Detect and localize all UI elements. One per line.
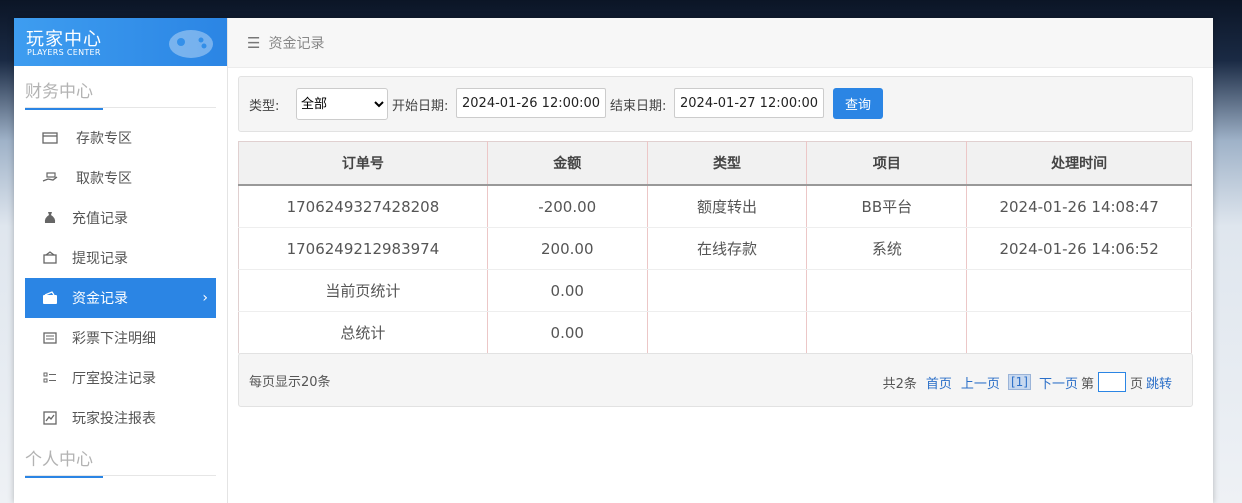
- cell-empty: [647, 269, 808, 312]
- cell-type: 额度转出: [647, 185, 808, 228]
- header-type: 类型: [647, 141, 808, 186]
- table-header-row: 订单号 金额 类型 项目 处理时间: [238, 141, 1192, 186]
- cell-amount: 0.00: [487, 269, 648, 312]
- sidebar-item-label: 彩票下注明细: [72, 331, 156, 347]
- cell-empty: [966, 269, 1192, 312]
- jump-link[interactable]: 跳转: [1146, 373, 1172, 392]
- gamepad-icon: [169, 30, 213, 58]
- sidebar: 玩家中心 PLAYERS CENTER 财务中心 存款专区 取款专区 充值记录 …: [14, 18, 228, 503]
- sidebar-item-withdraw[interactable]: 取款专区: [25, 158, 216, 198]
- page-prefix: 第: [1080, 376, 1094, 392]
- total-count: 共2条: [882, 376, 917, 392]
- table-row: 1706249327428208 -200.00 额度转出 BB平台 2024-…: [238, 185, 1192, 228]
- sidebar-item-label: 充值记录: [72, 211, 128, 227]
- sidebar-item-fund-record[interactable]: 资金记录 ›: [25, 278, 216, 318]
- page-suffix: 页: [1129, 376, 1143, 392]
- cell-amount: -200.00: [487, 185, 648, 228]
- cell-amount: 0.00: [487, 311, 648, 354]
- table-row: 1706249212983974 200.00 在线存款 系统 2024-01-…: [238, 227, 1192, 270]
- withdraw-icon: [43, 251, 57, 264]
- hand-money-icon: [42, 172, 58, 182]
- per-page-label: 每页显示20条: [249, 375, 331, 390]
- chart-icon: [43, 411, 57, 425]
- pagination-bar: 每页显示20条 共2条 首页 上一页 [1] 下一页 第 页 跳转: [238, 353, 1193, 407]
- list-icon: [43, 332, 57, 344]
- cell-empty: [966, 311, 1192, 354]
- cell-time: 2024-01-26 14:06:52: [966, 227, 1192, 270]
- sidebar-item-label: 提现记录: [72, 251, 128, 267]
- sidebar-item-recharge-record[interactable]: 充值记录: [25, 198, 216, 238]
- pagination: 共2条 首页 上一页 [1] 下一页 第 页 跳转: [883, 372, 1175, 392]
- first-page-link[interactable]: 首页: [926, 373, 952, 392]
- breadcrumb: ☰ 资金记录: [228, 18, 1213, 68]
- table-row-page-summary: 当前页统计 0.00: [238, 269, 1192, 312]
- logo-subtitle: PLAYERS CENTER: [27, 48, 101, 57]
- cell-empty: [647, 311, 808, 354]
- cell-item: BB平台: [806, 185, 968, 228]
- menu-icon[interactable]: ☰: [247, 34, 260, 52]
- chevron-right-icon: ›: [202, 290, 208, 306]
- cell-empty: [806, 311, 968, 354]
- current-page[interactable]: [1]: [1007, 374, 1031, 390]
- cell-empty: [806, 269, 968, 312]
- start-date-input[interactable]: [456, 88, 606, 118]
- main-content: ☰ 资金记录 类型: 全部 开始日期: 结束日期: 查询 订单号 金额 类型: [228, 18, 1213, 503]
- fund-record-table: 订单号 金额 类型 项目 处理时间 1706249327428208 -200.…: [238, 141, 1192, 354]
- cell-order-no: 1706249212983974: [238, 227, 488, 270]
- prev-page-link[interactable]: 上一页: [961, 373, 1000, 392]
- start-date-label: 开始日期:: [392, 99, 449, 114]
- end-date-input[interactable]: [674, 88, 824, 118]
- sidebar-item-label: 资金记录: [72, 291, 128, 307]
- sidebar-item-hall-bets[interactable]: 厅室投注记录: [25, 358, 216, 398]
- sidebar-item-label: 厅室投注记录: [72, 371, 156, 387]
- logo: 玩家中心 PLAYERS CENTER: [14, 18, 227, 66]
- wallet-icon: [43, 291, 57, 304]
- next-page-link[interactable]: 下一页: [1039, 373, 1078, 392]
- page-jump-input[interactable]: [1097, 372, 1126, 392]
- sidebar-item-deposit[interactable]: 存款专区: [25, 118, 216, 158]
- sidebar-item-label: 玩家投注报表: [72, 411, 156, 427]
- type-label: 类型:: [249, 99, 280, 114]
- cell-order-no: 1706249327428208: [238, 185, 488, 228]
- sidebar-item-bet-report[interactable]: 玩家投注报表: [25, 398, 216, 438]
- header-item: 项目: [806, 141, 968, 186]
- card-icon: [42, 132, 58, 144]
- finance-center-title: 财务中心: [25, 77, 103, 110]
- cell-amount: 200.00: [487, 227, 648, 270]
- list-bullets-icon: [43, 372, 56, 383]
- player-center-window: 玩家中心 PLAYERS CENTER 财务中心 存款专区 取款专区 充值记录 …: [14, 18, 1213, 503]
- header-amount: 金额: [487, 141, 648, 186]
- cell-time: 2024-01-26 14:08:47: [966, 185, 1192, 228]
- divider: [25, 107, 216, 108]
- sidebar-item-withdraw-record[interactable]: 提现记录: [25, 238, 216, 278]
- header-time: 处理时间: [966, 141, 1192, 186]
- sidebar-item-label: 取款专区: [76, 171, 132, 187]
- sidebar-item-label: 存款专区: [76, 131, 132, 147]
- divider: [25, 475, 216, 476]
- cell-item: 系统: [806, 227, 968, 270]
- personal-center-title: 个人中心: [25, 445, 103, 478]
- cell-summary-label: 当前页统计: [238, 269, 488, 312]
- sidebar-item-lottery-bets[interactable]: 彩票下注明细: [25, 318, 216, 358]
- filter-bar: 类型: 全部 开始日期: 结束日期: 查询: [238, 76, 1193, 132]
- end-date-label: 结束日期:: [610, 99, 667, 114]
- cell-type: 在线存款: [647, 227, 808, 270]
- query-button[interactable]: 查询: [833, 88, 883, 119]
- money-bag-icon: [44, 212, 56, 223]
- cell-summary-label: 总统计: [238, 311, 488, 354]
- type-select[interactable]: 全部: [296, 88, 388, 120]
- page-title: 资金记录: [268, 35, 325, 52]
- header-order-no: 订单号: [238, 141, 488, 186]
- table-row-total-summary: 总统计 0.00: [238, 311, 1192, 354]
